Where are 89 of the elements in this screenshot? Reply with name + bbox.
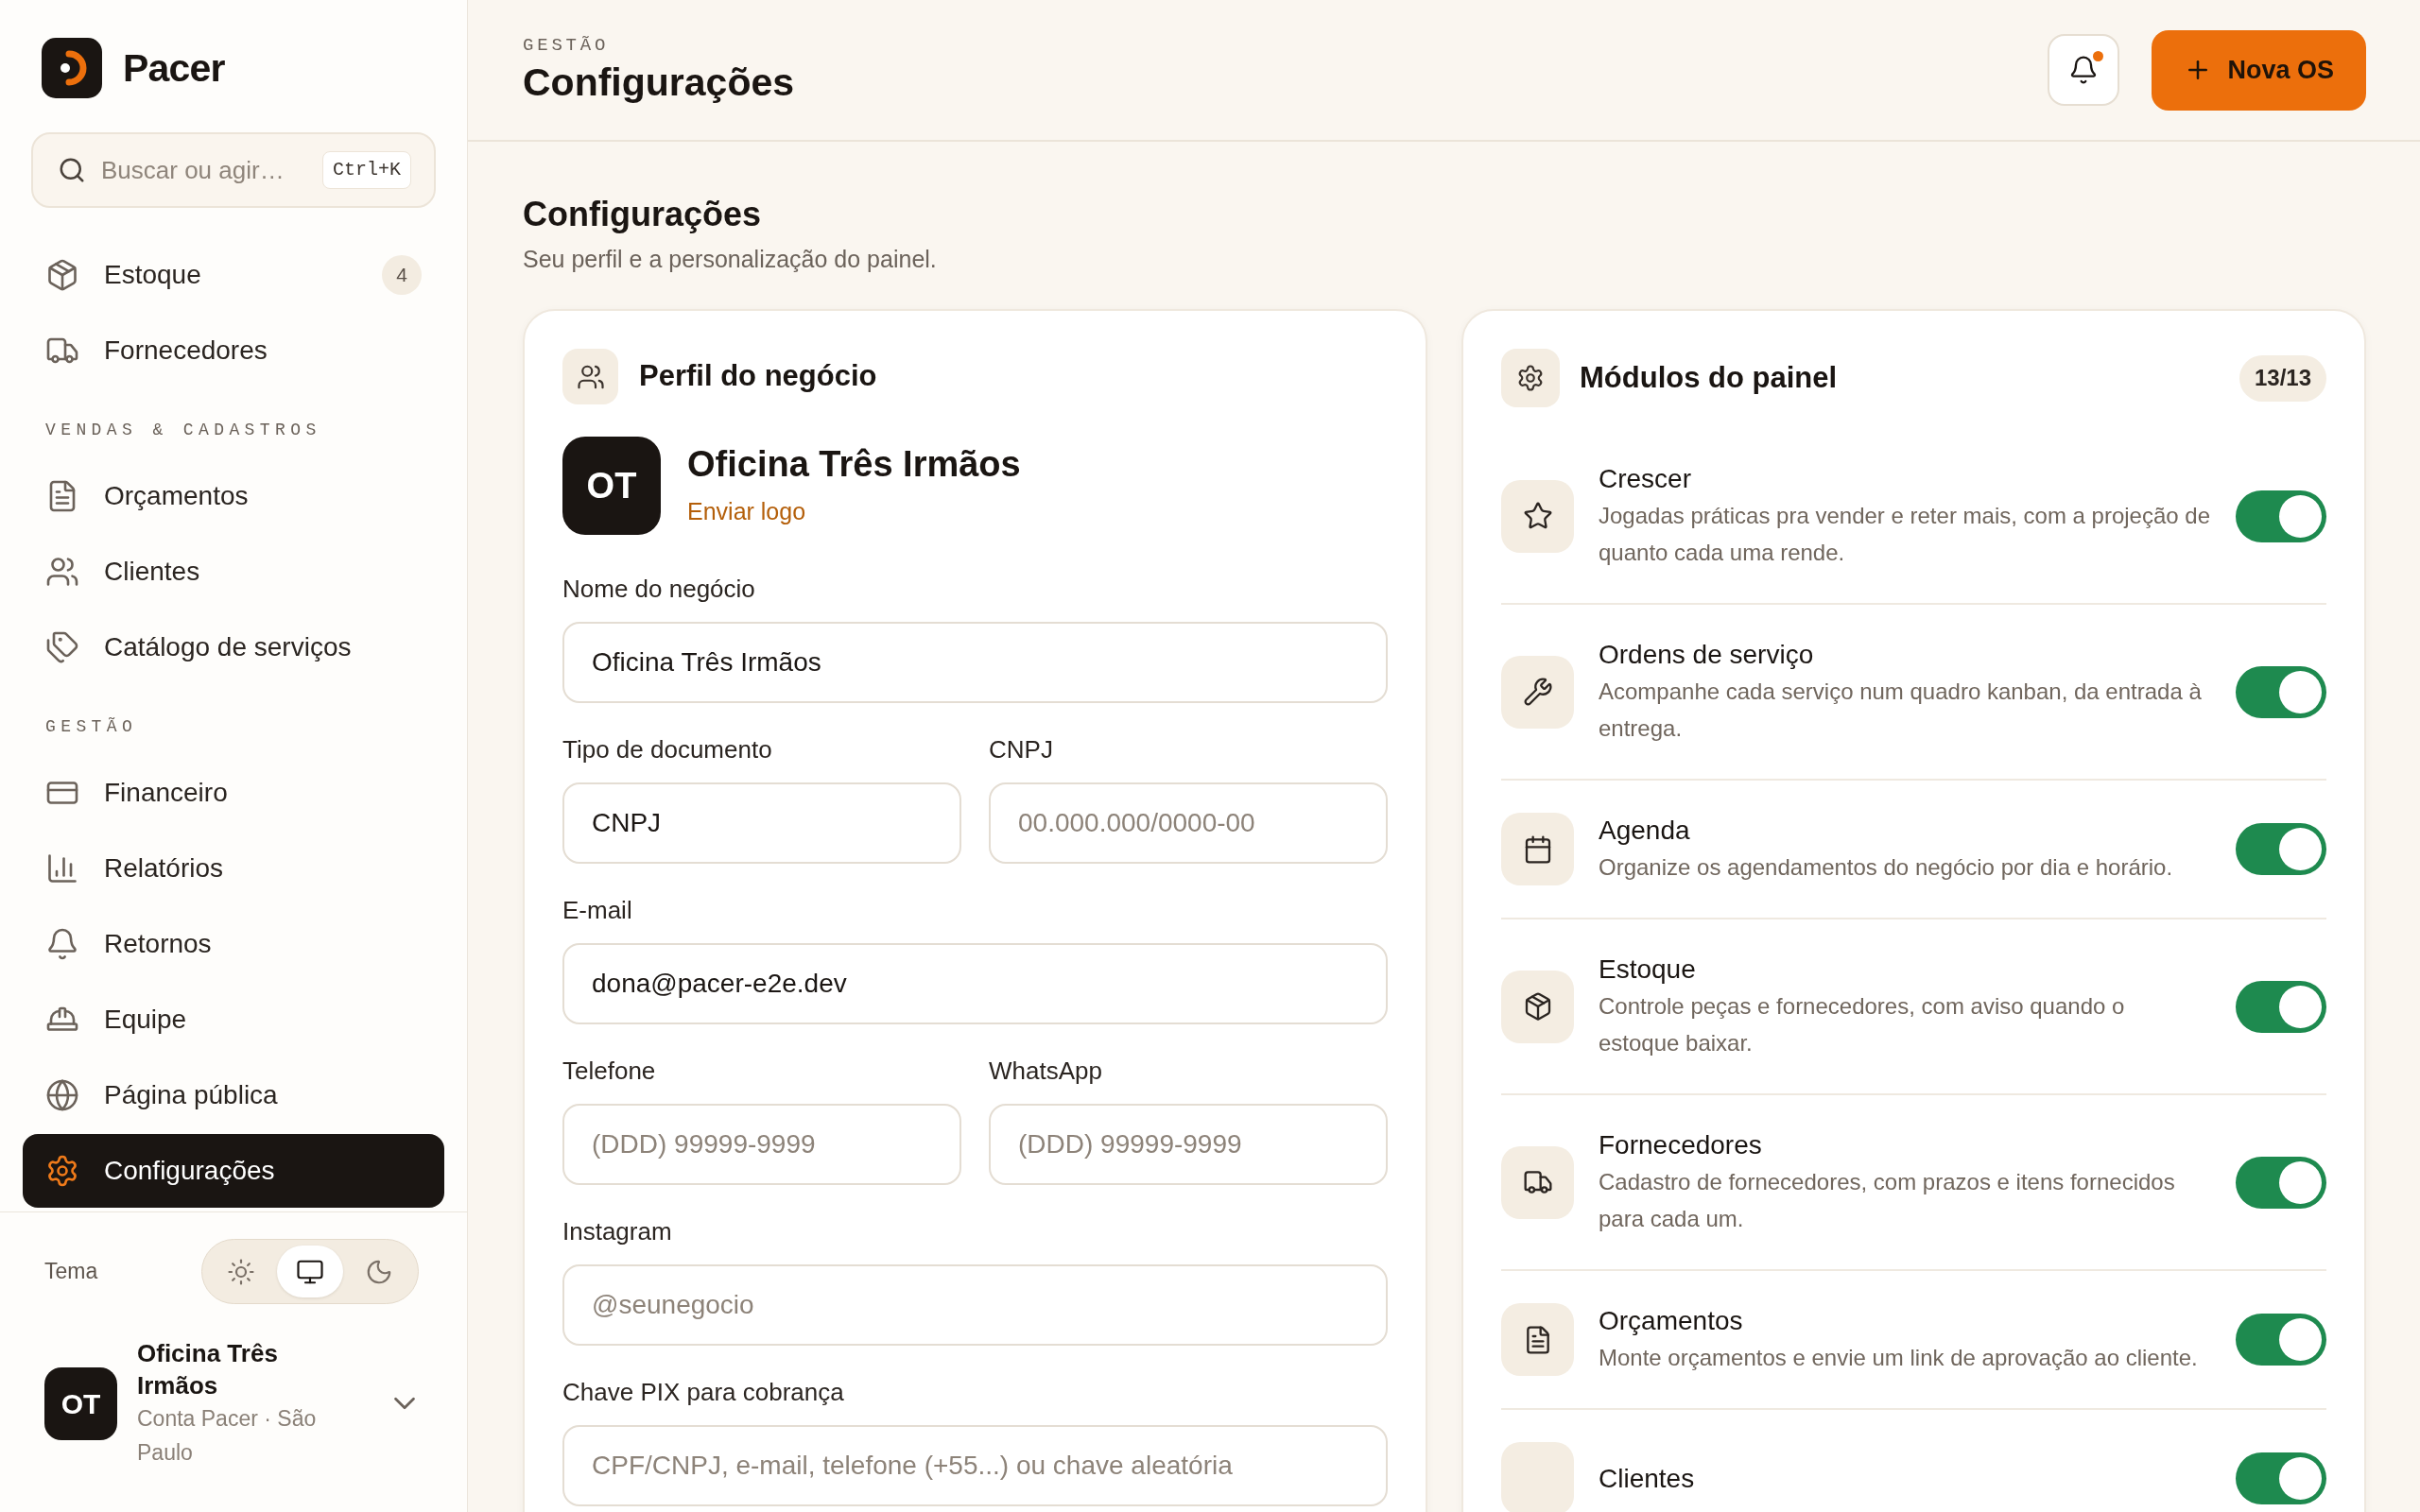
field-label: Tipo de documento bbox=[562, 735, 772, 764]
field-label: Nome do negócio bbox=[562, 575, 755, 603]
nav-item[interactable]: Clientes bbox=[23, 535, 444, 609]
search-field[interactable]: Buscar ou agir… Ctrl+K bbox=[31, 132, 436, 208]
nav-item[interactable]: Configurações bbox=[23, 1134, 444, 1208]
module-description: Jogadas práticas pra vender e reter mais, com a projeção de quanto cada uma rende. bbox=[1599, 502, 2211, 567]
avatar: OT bbox=[44, 1366, 117, 1440]
toggle-switch[interactable] bbox=[2236, 823, 2326, 875]
module-title: Orçamentos bbox=[1599, 1305, 1743, 1337]
bar-chart-icon bbox=[45, 851, 79, 885]
toggle-switch[interactable] bbox=[2236, 1452, 2326, 1504]
card-title: Perfil do negócio bbox=[639, 358, 877, 395]
account-name: Oficina Três Irmãos bbox=[137, 1338, 279, 1401]
count-badge: 4 bbox=[382, 255, 422, 295]
theme-label: Tema bbox=[44, 1258, 98, 1286]
avatar: OT bbox=[562, 437, 661, 535]
module-title: Ordens de serviço bbox=[1599, 639, 1814, 671]
module-description: Monte orçamentos e envie um link de aprovação ao cliente. bbox=[1599, 1344, 2198, 1372]
text-input[interactable]: @seunegocio bbox=[562, 1264, 1388, 1346]
page-heading: Configurações bbox=[523, 60, 795, 105]
module-description: Organize os agendamentos do negócio por dia e horário. bbox=[1599, 853, 2173, 882]
nav-item[interactable]: Orçamentos bbox=[23, 459, 444, 533]
count-badge: 13/13 bbox=[2238, 354, 2326, 402]
field-label: CNPJ bbox=[989, 735, 1053, 764]
card-title: Módulos do painel bbox=[1580, 359, 1838, 396]
section-heading: GESTÃO bbox=[45, 716, 138, 737]
nav-item[interactable]: Financeiro bbox=[23, 756, 444, 830]
text-input[interactable]: CNPJ bbox=[562, 782, 961, 864]
upload-logo-link[interactable]: Enviar logo bbox=[687, 494, 806, 530]
search-icon bbox=[58, 156, 86, 184]
truck-icon bbox=[1501, 1145, 1574, 1219]
field-label: Telefone bbox=[562, 1057, 656, 1085]
star-icon bbox=[1501, 479, 1574, 553]
nav-item[interactable]: Fornecedores bbox=[23, 314, 444, 387]
section-title: Configurações bbox=[523, 194, 762, 235]
settings-icon bbox=[45, 1154, 79, 1188]
module-title: Crescer bbox=[1599, 463, 1691, 495]
calendar-icon bbox=[1501, 813, 1574, 885]
toggle-switch[interactable] bbox=[2236, 490, 2326, 542]
text-input[interactable]: dona@pacer-e2e.dev bbox=[562, 943, 1388, 1024]
toggle-switch[interactable] bbox=[2236, 980, 2326, 1033]
logo-icon bbox=[42, 38, 102, 98]
breadcrumb-label: GESTÃO bbox=[523, 35, 610, 56]
globe-icon bbox=[45, 1078, 79, 1112]
module-description: Controle peças e fornecedores, com aviso quando o estoque baixar. bbox=[1599, 992, 2126, 1057]
theme-option[interactable] bbox=[277, 1246, 343, 1297]
wrench-icon bbox=[1501, 655, 1574, 729]
module-title: Clientes bbox=[1599, 1462, 1695, 1495]
text-input[interactable]: (DDD) 99999-9999 bbox=[562, 1104, 961, 1185]
text-input[interactable]: 00.000.000/0000-00 bbox=[989, 782, 1388, 864]
package-icon bbox=[45, 258, 79, 292]
account-subtitle: Conta Pacer · São Paulo bbox=[137, 1405, 318, 1467]
notifications-button[interactable] bbox=[2048, 34, 2120, 106]
business-name: Oficina Três Irmãos bbox=[687, 443, 1021, 487]
module-title: Agenda bbox=[1599, 815, 1690, 847]
toggle-switch[interactable] bbox=[2236, 665, 2326, 718]
field-label: E-mail bbox=[562, 896, 632, 924]
sun-icon bbox=[226, 1257, 255, 1286]
nav-item[interactable]: Equipe bbox=[23, 983, 444, 1057]
shortcut-hint: Ctrl+K bbox=[322, 151, 411, 189]
field-label: Chave PIX para cobrança bbox=[562, 1378, 844, 1406]
users-icon bbox=[562, 349, 618, 404]
brand-name: Pacer bbox=[123, 45, 225, 91]
field-label: Instagram bbox=[562, 1217, 672, 1246]
nav-item[interactable]: Retornos bbox=[23, 907, 444, 981]
bell-icon bbox=[45, 927, 79, 961]
users-icon bbox=[45, 555, 79, 589]
nav-item[interactable]: Relatórios bbox=[23, 832, 444, 905]
new-order-button[interactable]: Nova OS bbox=[2152, 29, 2366, 111]
section-heading: VENDAS & CADASTROS bbox=[45, 420, 321, 440]
toggle-switch[interactable] bbox=[2236, 1156, 2326, 1209]
field-label: WhatsApp bbox=[989, 1057, 1102, 1085]
document-icon bbox=[1501, 1303, 1574, 1376]
toggle-switch[interactable] bbox=[2236, 1314, 2326, 1366]
module-description: Cadastro de fornecedores, com prazos e itens fornecidos para cada um. bbox=[1599, 1168, 2176, 1233]
nav-item[interactable]: Catálogo de serviços bbox=[23, 610, 444, 684]
module-description: Acompanhe cada serviço num quadro kanban, da entrada à entrega. bbox=[1599, 678, 2203, 743]
search-input[interactable]: Buscar ou agir… bbox=[101, 149, 307, 191]
module-title: Fornecedores bbox=[1599, 1129, 1762, 1161]
module-title: Estoque bbox=[1599, 954, 1696, 986]
settings-icon bbox=[1501, 349, 1560, 407]
tags-icon bbox=[45, 630, 79, 664]
section-subtitle: Seu perfil e a personalização do painel. bbox=[523, 245, 937, 274]
nav-item[interactable]: Estoque 4 bbox=[23, 238, 444, 312]
text-input[interactable]: (DDD) 99999-9999 bbox=[989, 1104, 1388, 1185]
text-input[interactable]: CPF/CNPJ, e-mail, telefone (+55...) ou chave aleatória bbox=[562, 1425, 1388, 1506]
package-icon bbox=[1501, 970, 1574, 1043]
nav-item[interactable]: Página pública bbox=[23, 1058, 444, 1132]
text-input[interactable]: Oficina Três Irmãos bbox=[562, 622, 1388, 703]
